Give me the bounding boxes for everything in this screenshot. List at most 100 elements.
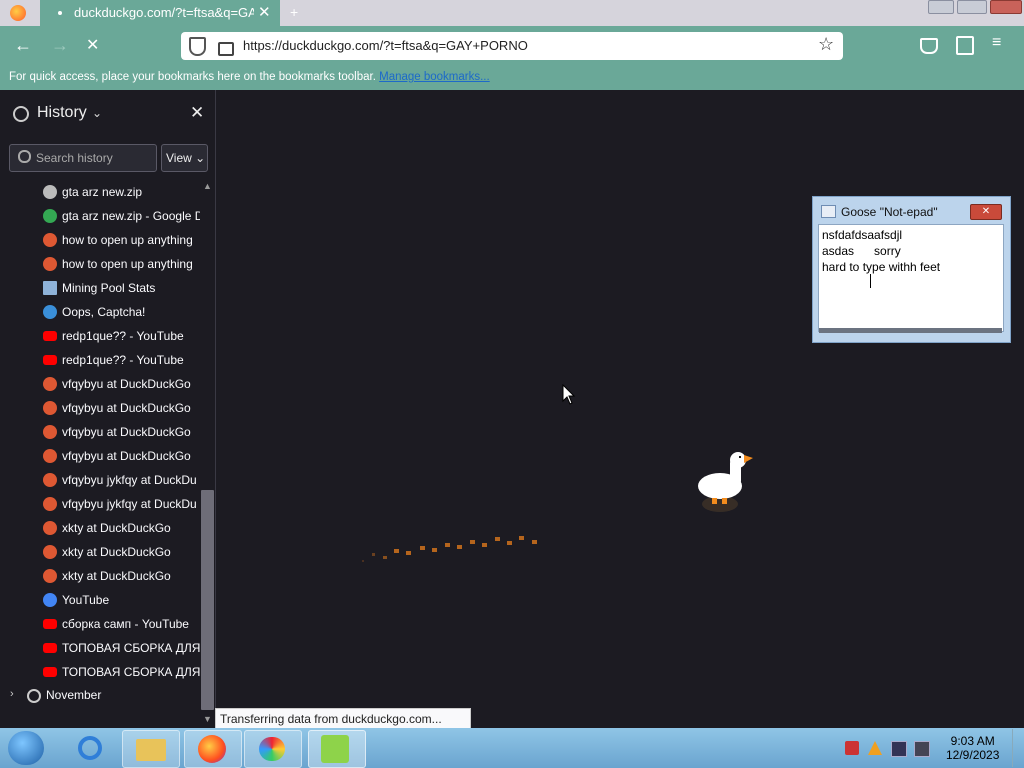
notepad-content: nsfdafdsaafsdjl asdas sorry hard to type w… [822, 227, 940, 275]
duckduckgo-icon [43, 545, 57, 559]
history-item-label: gta arz new.zip [62, 185, 143, 199]
notepad-scrollbar[interactable] [819, 328, 1002, 333]
globe-icon [43, 185, 57, 199]
lock-icon[interactable] [218, 42, 234, 56]
minimize-button[interactable] [928, 0, 954, 14]
loading-dot-icon [58, 11, 62, 15]
notepad-line: nsfdafdsaafsdjl [822, 228, 903, 242]
notepad-close-button[interactable]: ✕ [970, 204, 1002, 220]
history-item[interactable]: how to open up anything [0, 252, 200, 276]
history-item-label: how to open up anything [62, 233, 193, 247]
duckduckgo-icon [43, 377, 57, 391]
history-item[interactable]: vfqybyu at DuckDuckGo [0, 420, 200, 444]
notepad-line: hard to type withh feet [822, 260, 941, 274]
history-item[interactable]: how to open up anything [0, 228, 200, 252]
history-item[interactable]: vfqybyu at DuckDuckGo [0, 372, 200, 396]
paint-icon[interactable] [244, 730, 302, 768]
history-item[interactable]: gta arz new.zip [0, 180, 200, 204]
history-item-label: Mining Pool Stats [62, 281, 156, 295]
stop-loading-icon[interactable]: ✕ [86, 35, 99, 55]
search-placeholder: Search history [36, 151, 113, 165]
history-item[interactable]: xkty at DuckDuckGo [0, 540, 200, 564]
sidebar-close-icon[interactable]: ✕ [190, 103, 204, 123]
history-item[interactable]: xkty at DuckDuckGo [0, 516, 200, 540]
youtube-icon [43, 331, 57, 341]
firefox-icon[interactable] [184, 730, 242, 768]
mining-pool-icon [43, 281, 57, 295]
desktop-goose[interactable] [694, 448, 758, 516]
manage-bookmarks-link[interactable]: Manage bookmarks... [379, 71, 490, 83]
history-item-label: vfqybyu at DuckDuckGo [62, 425, 191, 439]
scroll-down-arrow-icon[interactable]: ▼ [203, 714, 212, 724]
history-item[interactable]: Oops, Captcha! [0, 300, 200, 324]
history-item[interactable]: vfqybyu jykfqy at DuckDu [0, 492, 200, 516]
history-search-input[interactable]: Search history [9, 144, 157, 172]
status-panel: Transferring data from duckduckgo.com... [215, 708, 471, 730]
history-item-label: vfqybyu jykfqy at DuckDu [62, 497, 197, 511]
bookmark-star-icon[interactable]: ☆ [818, 34, 834, 55]
tray-volume-muted-icon[interactable] [914, 741, 930, 757]
history-item[interactable]: ТОПОВАЯ СБОРКА ДЛЯ ... [0, 636, 200, 660]
history-item-label: xkty at DuckDuckGo [62, 521, 171, 535]
show-desktop-button[interactable] [1012, 729, 1024, 767]
tab-close-icon[interactable]: ✕ [258, 3, 271, 21]
history-item-label: vfqybyu at DuckDuckGo [62, 377, 191, 391]
history-item-label: vfqybyu at DuckDuckGo [62, 449, 191, 463]
history-item-label: Oops, Captcha! [62, 305, 146, 319]
firefox-menu-icon[interactable] [10, 5, 26, 21]
window-close-button[interactable] [990, 0, 1022, 14]
history-item[interactable]: сборка самп - YouTube [0, 612, 200, 636]
sidebar-title[interactable]: History [37, 104, 87, 122]
expand-group-icon[interactable]: › [10, 688, 14, 700]
url-text[interactable]: https://duckduckgo.com/?t=ftsa&q=GAY+POR… [243, 38, 528, 53]
duckduckgo-icon [43, 449, 57, 463]
tracking-protection-icon[interactable] [189, 37, 206, 56]
history-item[interactable]: vfqybyu at DuckDuckGo [0, 444, 200, 468]
scroll-up-arrow-icon[interactable]: ▲ [203, 181, 212, 191]
chevron-down-icon[interactable]: ⌄ [92, 106, 102, 120]
view-menu-button[interactable]: View ⌄ [161, 144, 208, 172]
taskbar-clock[interactable]: 9:03 AM 12/9/2023 [946, 734, 999, 762]
duckduckgo-icon [43, 473, 57, 487]
clock-date: 12/9/2023 [946, 748, 1000, 762]
history-item-label: vfqybyu at DuckDuckGo [62, 401, 191, 415]
tray-network-icon[interactable] [891, 741, 907, 757]
search-icon [18, 150, 31, 163]
new-tab-icon[interactable]: + [290, 4, 298, 20]
history-item-label: gta arz new.zip - Google D [62, 209, 200, 223]
duckduckgo-icon [43, 497, 57, 511]
youtube-icon [43, 643, 57, 653]
history-item[interactable]: xkty at DuckDuckGo [0, 564, 200, 588]
desktop-goose-icon[interactable] [308, 730, 366, 768]
goose-footprints [362, 536, 537, 562]
tab-active[interactable]: duckduckgo.com/?t=ftsa&q=GAY ✕ [40, 0, 280, 26]
history-item[interactable]: gta arz new.zip - Google D [0, 204, 200, 228]
history-item[interactable]: redp1que?? - YouTube [0, 324, 200, 348]
start-orb-icon[interactable] [8, 731, 44, 765]
youtube-icon [43, 619, 57, 629]
duckduckgo-icon [43, 521, 57, 535]
tray-flag-icon[interactable] [845, 741, 859, 755]
history-item[interactable]: Mining Pool Stats [0, 276, 200, 300]
extensions-icon[interactable] [956, 36, 974, 55]
app-menu-icon[interactable]: ≡ [992, 34, 1001, 52]
history-item[interactable]: vfqybyu jykfqy at DuckDu [0, 468, 200, 492]
history-item[interactable]: redp1que?? - YouTube [0, 348, 200, 372]
maximize-button[interactable] [957, 0, 987, 14]
history-item-label: redp1que?? - YouTube [62, 329, 184, 343]
scrollbar-thumb[interactable] [201, 490, 214, 710]
duckduckgo-icon [43, 569, 57, 583]
history-item[interactable]: YouTube [0, 588, 200, 612]
history-group-november[interactable]: November [46, 688, 101, 702]
internet-explorer-icon[interactable] [62, 730, 118, 766]
history-item[interactable]: ТОПОВАЯ СБОРКА ДЛЯ ... [0, 660, 200, 684]
back-icon[interactable]: ← [14, 35, 32, 56]
history-list: gta arz new.zip gta arz new.zip - Google … [0, 180, 200, 684]
pocket-icon[interactable] [920, 38, 938, 54]
clock-icon [27, 689, 41, 703]
history-item[interactable]: vfqybyu at DuckDuckGo [0, 396, 200, 420]
history-item-label: xkty at DuckDuckGo [62, 569, 171, 583]
file-explorer-icon[interactable] [122, 730, 180, 768]
forward-icon[interactable]: → [51, 35, 69, 56]
clock-time: 9:03 AM [950, 734, 995, 748]
